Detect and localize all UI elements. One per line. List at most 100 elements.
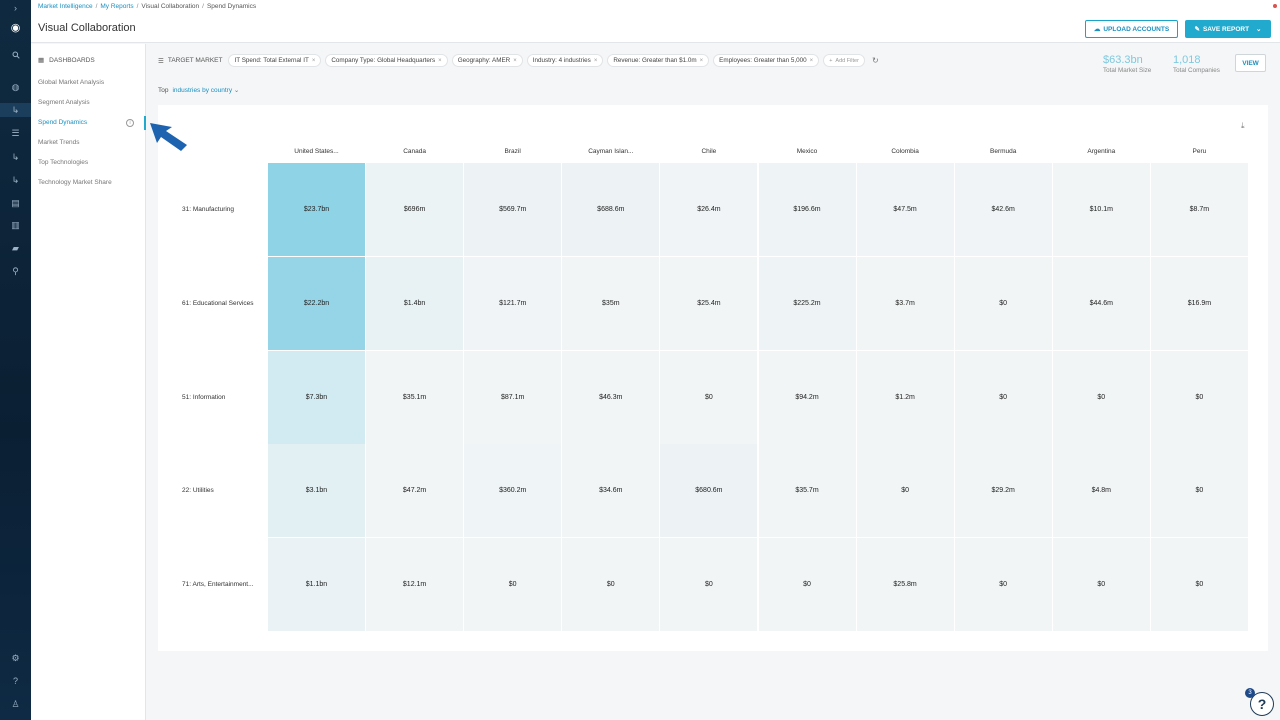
- heatmap-cell[interactable]: $1.2m: [856, 350, 954, 444]
- heatmap-cell[interactable]: $0: [954, 350, 1052, 444]
- chat-icon[interactable]: ▰: [0, 241, 31, 255]
- heatmap-cell[interactable]: $688.6m: [562, 163, 660, 256]
- book-icon[interactable]: ▤: [0, 196, 31, 210]
- dashboards-heading-label: DASHBOARDS: [49, 56, 95, 64]
- heatmap-cell[interactable]: $7.3bn: [268, 350, 365, 444]
- heatmap-cell[interactable]: $47.2m: [366, 444, 464, 538]
- heatmap-cell[interactable]: $46.3m: [562, 350, 660, 444]
- chevron-right-icon[interactable]: ›: [0, 1, 31, 15]
- help-widget[interactable]: ? 3: [1245, 688, 1275, 717]
- heatmap-cell[interactable]: $12.1m: [366, 538, 464, 632]
- search-icon[interactable]: [0, 48, 31, 62]
- heatmap-cell[interactable]: $0: [464, 538, 562, 632]
- heatmap-cell[interactable]: $1.1bn: [268, 538, 365, 632]
- sidebar-item-technology-market-share[interactable]: Technology Market Share: [38, 179, 112, 186]
- heatmap-cell[interactable]: $1.4bn: [366, 256, 464, 350]
- heatmap-cell[interactable]: $0: [1150, 350, 1248, 444]
- heatmap-cell[interactable]: $29.2m: [954, 444, 1052, 538]
- heatmap-cell[interactable]: $0: [660, 350, 758, 444]
- globe-icon[interactable]: ◍: [0, 80, 31, 94]
- heatmap-cell[interactable]: $3.7m: [856, 256, 954, 350]
- close-icon[interactable]: ×: [594, 58, 598, 64]
- heatmap-cell[interactable]: $35.1m: [366, 350, 464, 444]
- help-icon[interactable]: ?: [0, 674, 31, 688]
- close-icon[interactable]: ×: [438, 58, 442, 64]
- sidebar-item-market-trends[interactable]: Market Trends: [38, 139, 80, 146]
- filter-chip-employees[interactable]: Employees: Greater than 5,000 ×: [713, 54, 820, 67]
- save-report-button[interactable]: ✎ SAVE REPORT ⌄: [1185, 20, 1271, 38]
- close-icon[interactable]: ×: [312, 58, 316, 64]
- table-icon[interactable]: ▥: [0, 218, 31, 232]
- heatmap-cell[interactable]: $0: [562, 538, 660, 632]
- breadcrumb-visual-collaboration[interactable]: Visual Collaboration: [141, 3, 199, 10]
- heatmap-cell[interactable]: $42.6m: [954, 163, 1052, 256]
- heatmap-cell[interactable]: $4.8m: [1052, 444, 1150, 538]
- heatmap-cell[interactable]: $35.7m: [758, 444, 856, 538]
- filter-chip-company-type[interactable]: Company Type: Global Headquarters ×: [325, 54, 448, 67]
- heatmap-cell[interactable]: $0: [1052, 538, 1150, 632]
- heatmap-cell[interactable]: $35m: [562, 256, 660, 350]
- heatmap-cell[interactable]: $0: [1052, 350, 1150, 444]
- heatmap-cell[interactable]: $34.6m: [562, 444, 660, 538]
- heatmap-cell[interactable]: $569.7m: [464, 163, 562, 256]
- enter-icon[interactable]: ↳: [0, 150, 31, 164]
- download-icon[interactable]: ⤓: [1241, 121, 1245, 131]
- sidebar-item-global-market-analysis[interactable]: Global Market Analysis: [38, 79, 104, 86]
- breadcrumb-my-reports[interactable]: My Reports: [100, 3, 133, 10]
- heatmap-cell[interactable]: $680.6m: [660, 444, 758, 538]
- sidebar-item-top-technologies[interactable]: Top Technologies: [38, 159, 88, 166]
- target-market-toggle[interactable]: ☰ TARGET MARKET: [158, 57, 222, 65]
- upload-accounts-button[interactable]: ☁ UPLOAD ACCOUNTS: [1085, 20, 1178, 38]
- gear-icon[interactable]: ⚙: [0, 651, 31, 665]
- refresh-icon[interactable]: ↻: [872, 56, 879, 65]
- heatmap-cell[interactable]: $360.2m: [464, 444, 562, 538]
- filter-chip-revenue[interactable]: Revenue: Greater than $1.0m ×: [607, 54, 710, 67]
- network-icon[interactable]: ⚲: [0, 264, 31, 278]
- heatmap-cell[interactable]: $0: [1150, 538, 1248, 632]
- heatmap-cell[interactable]: $3.1bn: [268, 444, 365, 538]
- heatmap-cell[interactable]: $8.7m: [1150, 163, 1248, 256]
- heatmap-cell[interactable]: $0: [660, 538, 758, 632]
- close-icon[interactable]: ×: [810, 58, 814, 64]
- view-button[interactable]: VIEW: [1235, 54, 1266, 72]
- heatmap-cell[interactable]: $696m: [366, 163, 464, 256]
- notification-badge: 3: [1245, 688, 1255, 698]
- enter-icon[interactable]: ↳: [0, 103, 31, 117]
- close-icon[interactable]: ×: [700, 58, 704, 64]
- heatmap-cell[interactable]: $26.4m: [660, 163, 758, 256]
- heatmap-cell[interactable]: $22.2bn: [268, 256, 365, 350]
- info-icon[interactable]: i: [126, 119, 134, 127]
- heatmap-cell[interactable]: $23.7bn: [268, 163, 365, 256]
- heatmap-cell[interactable]: $0: [954, 256, 1052, 350]
- logo-icon[interactable]: ◉: [0, 21, 31, 35]
- heatmap-cell[interactable]: $94.2m: [758, 350, 856, 444]
- heatmap-cell[interactable]: $25.8m: [856, 538, 954, 632]
- heatmap-cell[interactable]: $0: [856, 444, 954, 538]
- close-icon[interactable]: ×: [513, 58, 517, 64]
- heatmap-cell[interactable]: $196.6m: [758, 163, 856, 256]
- filter-chip-industry[interactable]: Industry: 4 industries ×: [526, 54, 604, 67]
- filter-chip-it-spend[interactable]: IT Spend: Total External IT ×: [228, 54, 322, 67]
- sidebar-item-spend-dynamics[interactable]: Spend Dynamics: [38, 119, 87, 126]
- sidebar-item-segment-analysis[interactable]: Segment Analysis: [38, 99, 90, 106]
- heatmap-cell[interactable]: $225.2m: [758, 256, 856, 350]
- total-market-size-label: Total Market Size: [1103, 67, 1152, 74]
- heatmap-cell[interactable]: $25.4m: [660, 256, 758, 350]
- breadcrumb-market-intelligence[interactable]: Market Intelligence: [38, 3, 93, 10]
- heatmap-cell[interactable]: $47.5m: [856, 163, 954, 256]
- heatmap-cell[interactable]: $121.7m: [464, 256, 562, 350]
- heatmap-cell[interactable]: $0: [1150, 444, 1248, 538]
- heatmap-cell[interactable]: $44.6m: [1052, 256, 1150, 350]
- top-selector-dropdown[interactable]: industries by country ⌄: [172, 87, 239, 94]
- heatmap-cell[interactable]: $16.9m: [1150, 256, 1248, 350]
- enter-icon[interactable]: ↳: [0, 173, 31, 187]
- add-filter-button[interactable]: + Add Filter: [823, 54, 865, 67]
- user-icon[interactable]: ♙: [0, 697, 31, 711]
- heatmap-cell[interactable]: $87.1m: [464, 350, 562, 444]
- heatmap-cell[interactable]: $0: [758, 538, 856, 632]
- list-icon[interactable]: ☰: [0, 126, 31, 140]
- heatmap-cell[interactable]: $10.1m: [1052, 163, 1150, 256]
- chevron-down-icon[interactable]: ⌄: [1256, 25, 1261, 33]
- filter-chip-geography[interactable]: Geography: AMER ×: [451, 54, 523, 67]
- heatmap-cell[interactable]: $0: [954, 538, 1052, 632]
